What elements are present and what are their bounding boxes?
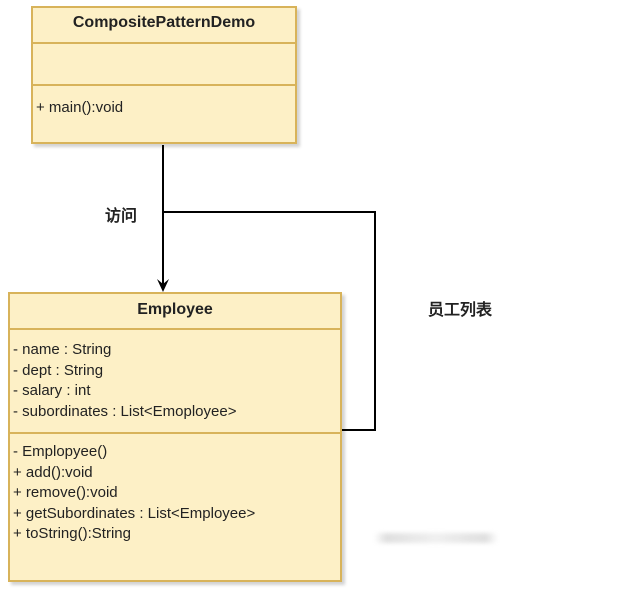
watermark — [374, 533, 498, 543]
operation-item: + remove():void — [13, 484, 118, 501]
operation-item: + toString():String — [13, 525, 131, 542]
operation-item: + getSubordinates : List<Employee> — [13, 504, 256, 522]
attributes-section: - name : String - dept : String - salary… — [10, 330, 340, 434]
access-edge-label: 访问 — [105, 206, 138, 225]
class-name: Employee — [10, 294, 340, 330]
attribute-item: - name : String — [13, 341, 112, 358]
operations-section: + main():void — [33, 86, 295, 119]
operations-section: - Emplopyee() + add():void + remove():vo… — [10, 434, 340, 545]
attribute-item: - salary : int — [13, 382, 91, 399]
attributes-section — [33, 44, 295, 86]
attribute-item: - dept : String — [13, 361, 104, 379]
operation-item: - Emplopyee() — [13, 443, 108, 460]
class-composite-pattern-demo[interactable]: CompositePatternDemo + main():void — [31, 6, 297, 144]
diagram-canvas: { "classes": { "demo": { "name": "Compos… — [0, 0, 631, 608]
class-employee[interactable]: Employee - name : String - dept : String… — [8, 292, 342, 582]
operation-item: + main():void — [36, 99, 124, 116]
operation-item: + add():void — [13, 463, 93, 481]
employee-list-edge-label: 员工列表 — [428, 300, 493, 319]
attribute-item: - subordinates : List<Emoployee> — [13, 402, 237, 420]
class-name: CompositePatternDemo — [33, 8, 295, 44]
